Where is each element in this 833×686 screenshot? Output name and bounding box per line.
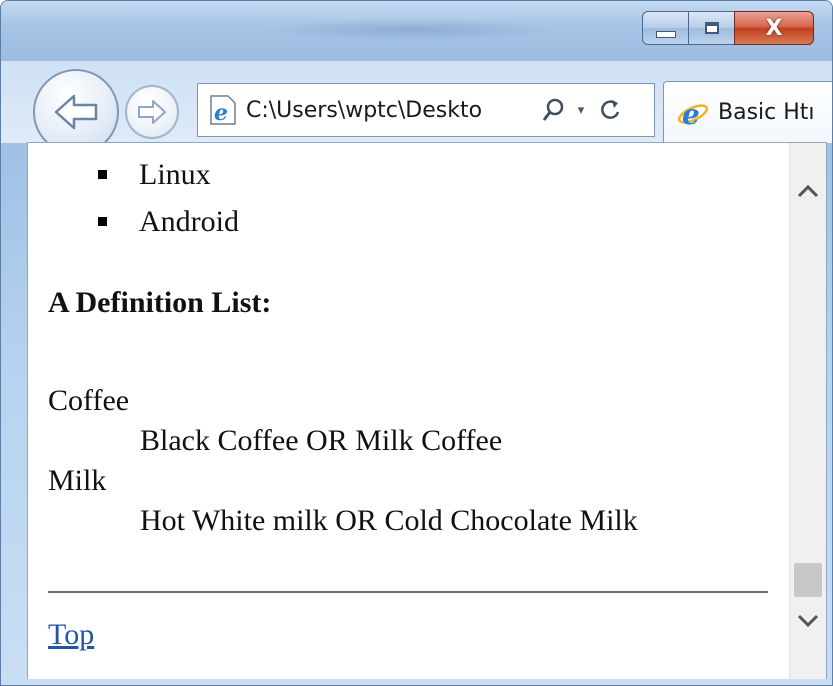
search-button[interactable] xyxy=(536,90,572,130)
refresh-button[interactable] xyxy=(590,90,630,130)
address-bar[interactable]: e C:\Users\wptc\Deskto ▾ xyxy=(197,83,655,137)
minimize-button[interactable] xyxy=(642,11,688,45)
ie-logo-icon: e xyxy=(676,96,710,130)
scroll-down-button[interactable] xyxy=(790,601,826,641)
window-frame-bottom xyxy=(1,679,832,685)
minimize-icon xyxy=(655,30,676,38)
bullet-list: Linux Android xyxy=(98,151,239,245)
vertical-scrollbar[interactable] xyxy=(789,143,826,681)
title-bar[interactable]: X xyxy=(1,1,832,61)
definition-description: Hot White milk OR Cold Chocolate Milk xyxy=(140,504,638,537)
arrow-right-icon xyxy=(138,100,166,124)
page-viewport: Linux Android A Definition List: Coffee … xyxy=(27,142,827,682)
tab-label: Basic Htı xyxy=(718,100,815,125)
list-item-text: Android xyxy=(139,204,239,238)
search-icon xyxy=(542,98,564,121)
maximize-icon xyxy=(704,22,719,34)
close-button[interactable]: X xyxy=(734,11,814,45)
definition-term: Milk xyxy=(48,464,107,497)
definition-list: Coffee Black Coffee OR Milk Coffee Milk … xyxy=(48,381,638,541)
tab-active[interactable]: e Basic Htı xyxy=(663,81,832,143)
arrow-left-icon xyxy=(54,94,98,130)
chevron-down-icon xyxy=(797,614,819,628)
horizontal-rule xyxy=(48,591,768,593)
address-dropdown[interactable]: ▾ xyxy=(572,90,590,130)
list-item-text: Linux xyxy=(139,157,211,191)
square-bullet-icon xyxy=(98,170,107,179)
chevron-down-icon: ▾ xyxy=(577,102,585,118)
square-bullet-icon xyxy=(98,217,107,226)
list-item: Android xyxy=(98,198,239,245)
address-text[interactable]: C:\Users\wptc\Deskto xyxy=(246,98,536,123)
forward-button[interactable] xyxy=(125,85,179,139)
browser-window: X e C:\Users\wptc\Deskto ▾ e Basic Htı L… xyxy=(0,0,833,686)
chevron-up-icon xyxy=(797,184,819,198)
definition-term: Coffee xyxy=(48,384,130,417)
svg-text:e: e xyxy=(682,98,700,129)
maximize-button[interactable] xyxy=(688,11,734,45)
definition-description: Black Coffee OR Milk Coffee xyxy=(140,424,503,457)
definition-list-heading: A Definition List: xyxy=(48,286,272,319)
refresh-icon xyxy=(601,100,620,119)
list-item: Linux xyxy=(98,151,239,198)
title-text-blur xyxy=(261,19,561,41)
page-content: Linux Android A Definition List: Coffee … xyxy=(28,143,790,681)
ie-page-icon: e xyxy=(206,93,240,127)
top-link[interactable]: Top xyxy=(48,618,94,652)
caption-buttons: X xyxy=(642,11,814,45)
close-icon: X xyxy=(765,15,783,41)
scroll-up-button[interactable] xyxy=(790,171,826,211)
navigation-bar: e C:\Users\wptc\Deskto ▾ e Basic Htı xyxy=(1,61,832,155)
svg-text:e: e xyxy=(214,100,228,126)
scroll-thumb[interactable] xyxy=(794,563,822,597)
